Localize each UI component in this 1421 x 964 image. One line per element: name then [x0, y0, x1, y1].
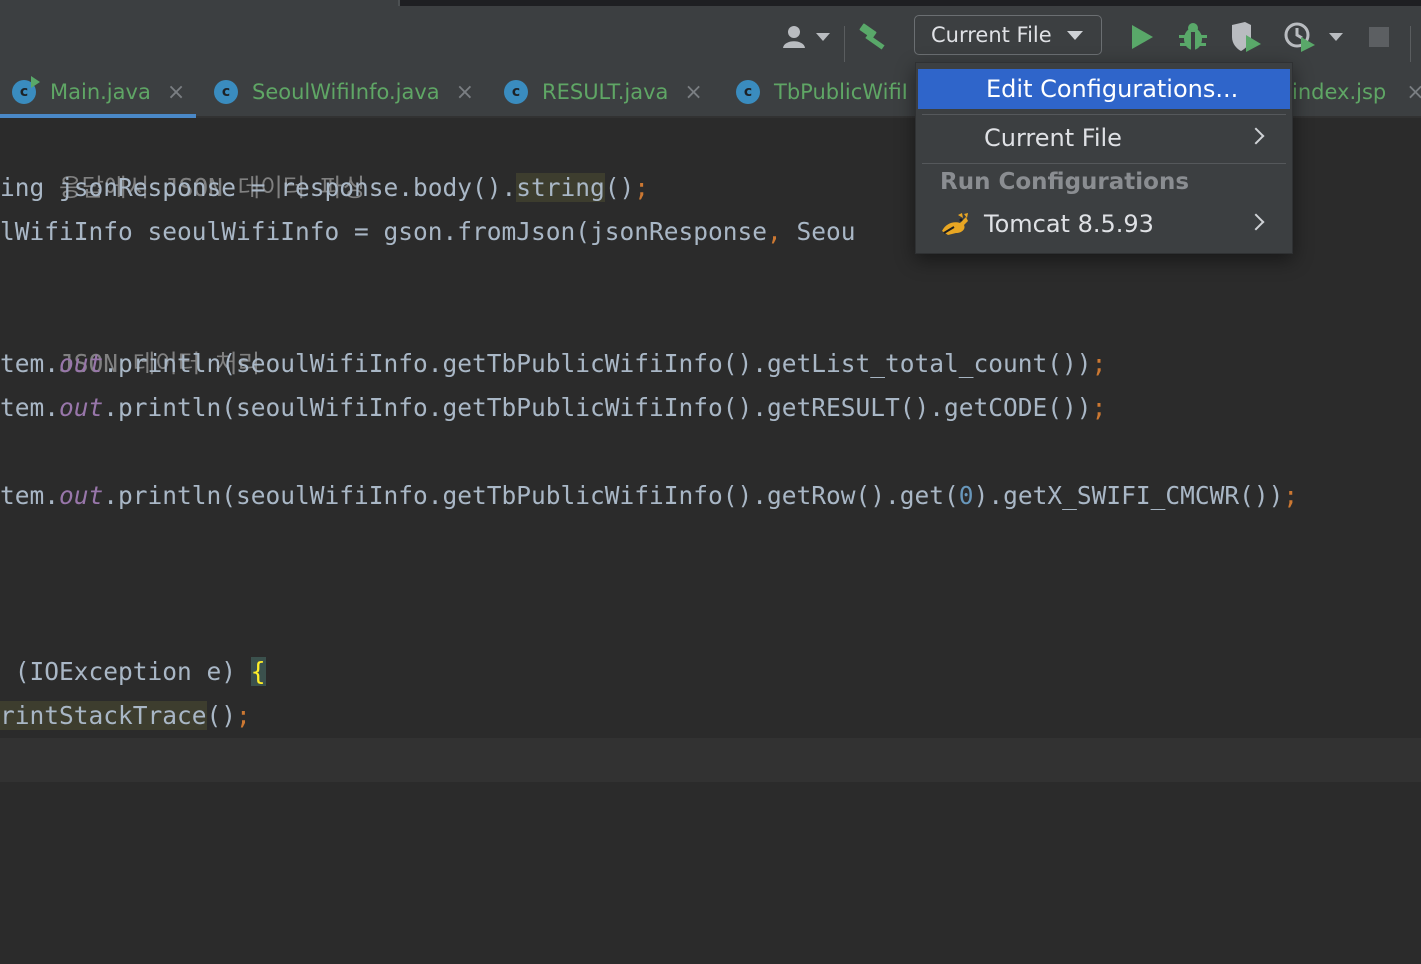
debug-button[interactable] [1174, 8, 1212, 66]
code-line-9: tem.out.println(seoulWifiInfo.getTbPubli… [0, 474, 1298, 518]
class-icon-letter: c [19, 84, 29, 100]
code-line-14: rintStackTrace(); [0, 694, 251, 738]
code-text: ).getX_SWIFI_CMCWR()) [973, 481, 1284, 510]
code-line-5: JSON 데이터 처리 [0, 298, 260, 378]
caret-line-highlight [0, 738, 1421, 782]
user-icon [783, 26, 805, 48]
menu-item-current-file[interactable]: Current File [916, 118, 1292, 158]
run-badge-icon [31, 76, 40, 88]
code-text: Seou [781, 217, 856, 246]
profiler-icon [1284, 22, 1315, 52]
menu-separator [922, 114, 1286, 115]
run-with-coverage-button[interactable] [1226, 8, 1266, 66]
code-line-1: 응답에서 JSON 데이터 파싱 [0, 122, 365, 202]
code-text: lWifiInfo seoulWifiInfo = gson.fromJson(… [0, 217, 768, 246]
menu-item-label: Edit Configurations... [986, 75, 1239, 103]
class-icon-letter: c [511, 84, 521, 100]
code-line-3: lWifiInfo seoulWifiInfo = gson.fromJson(… [0, 210, 856, 254]
toolbar-separator [844, 26, 845, 62]
class-icon: c [214, 80, 238, 104]
code-text: tem. [0, 349, 60, 378]
tab-result-java[interactable]: c RESULT.java × [504, 66, 703, 118]
run-configuration-popup: Edit Configurations... Current File Run … [915, 62, 1293, 254]
hammer-icon [859, 23, 885, 50]
class-icon: c [736, 80, 760, 104]
code-comma: , [767, 217, 782, 246]
close-icon[interactable]: × [684, 80, 702, 105]
code-line-6: tem.out.println(seoulWifiInfo.getTbPubli… [0, 342, 1106, 386]
chevron-right-icon [1247, 127, 1265, 145]
stop-icon [1369, 27, 1389, 47]
code-matched-brace: { [250, 657, 266, 686]
vcs-user-button[interactable] [778, 8, 834, 66]
code-semicolon: ; [1283, 481, 1299, 510]
class-icon: c [12, 76, 40, 104]
class-icon-letter: c [221, 84, 231, 100]
menu-item-label: Tomcat 8.5.93 [984, 210, 1154, 238]
code-semicolon: ; [236, 701, 251, 730]
chevron-down-icon [1067, 31, 1083, 40]
code-text: (IOException e) [0, 657, 251, 686]
code-text: .println(seoulWifiInfo.getTbPublicWifiIn… [103, 393, 1092, 422]
tab-main-java[interactable]: c Main.java × [0, 66, 196, 118]
top-strip-dark [398, 0, 1421, 6]
main-toolbar: Current File [0, 8, 1421, 66]
stop-button[interactable] [1366, 8, 1392, 66]
code-line-2: ing jsonResponse = response.body().strin… [0, 166, 649, 210]
play-icon [1132, 25, 1153, 49]
tab-label: Main.java [50, 80, 151, 104]
code-text: tem. [0, 393, 60, 422]
tab-label: SeoulWifiInfo.java [252, 80, 440, 104]
code-highlighted-method: string [516, 173, 605, 202]
code-static-field: out [59, 349, 104, 378]
chevron-down-icon [1329, 33, 1343, 41]
code-semicolon: ; [1091, 393, 1107, 422]
code-text: tem. [0, 481, 60, 510]
top-strip-divider [398, 0, 400, 6]
tab-index-jsp[interactable]: index.jsp × [1292, 66, 1421, 118]
tab-seoulwifiinfo-java[interactable]: c SeoulWifiInfo.java × [214, 66, 474, 118]
code-semicolon: ; [634, 173, 650, 202]
tab-tbpublicwifiinfo-java[interactable]: c TbPublicWifiI [736, 66, 908, 118]
bug-icon [1179, 23, 1207, 50]
run-button[interactable] [1124, 8, 1160, 66]
code-static-field: out [59, 393, 104, 422]
run-configuration-label: Current File [931, 23, 1052, 47]
code-number: 0 [958, 481, 974, 510]
code-text: .println(seoulWifiInfo.getTbPublicWifiIn… [103, 481, 959, 510]
tomcat-icon [942, 213, 968, 235]
chevron-right-icon [1247, 213, 1265, 231]
menu-separator [922, 163, 1286, 164]
code-line-7: tem.out.println(seoulWifiInfo.getTbPubli… [0, 386, 1106, 430]
code-static-field: out [59, 481, 104, 510]
toolbar-separator [1410, 26, 1411, 62]
menu-item-edit-configurations[interactable]: Edit Configurations... [918, 69, 1290, 109]
tab-label: RESULT.java [542, 80, 669, 104]
code-text: () [206, 701, 237, 730]
run-configuration-selector[interactable]: Current File [914, 15, 1102, 55]
code-semicolon: ; [1091, 349, 1107, 378]
class-icon: c [504, 80, 528, 104]
close-icon[interactable]: × [1406, 80, 1421, 105]
code-text: .println(seoulWifiInfo.getTbPublicWifiIn… [103, 349, 1092, 378]
menu-item-tomcat[interactable]: Tomcat 8.5.93 [916, 204, 1292, 244]
code-text: ing jsonResponse = response.body(). [0, 173, 517, 202]
build-button[interactable] [856, 8, 892, 66]
run-configurations-header: Run Configurations [940, 169, 1190, 195]
tab-label: TbPublicWifiI [774, 80, 908, 104]
class-icon-letter: c [743, 84, 753, 100]
coverage-icon [1232, 22, 1261, 52]
code-line-13: (IOException e) { [0, 650, 266, 694]
close-icon[interactable]: × [456, 80, 474, 105]
chevron-down-icon [816, 33, 830, 41]
code-text: () [604, 173, 635, 202]
tab-label: index.jsp [1292, 80, 1387, 104]
close-icon[interactable]: × [167, 80, 185, 105]
menu-item-label: Current File [984, 124, 1122, 152]
window-top-strip [0, 0, 1421, 8]
profiler-button[interactable] [1278, 8, 1348, 66]
code-highlighted-method: rintStackTrace [0, 701, 207, 730]
